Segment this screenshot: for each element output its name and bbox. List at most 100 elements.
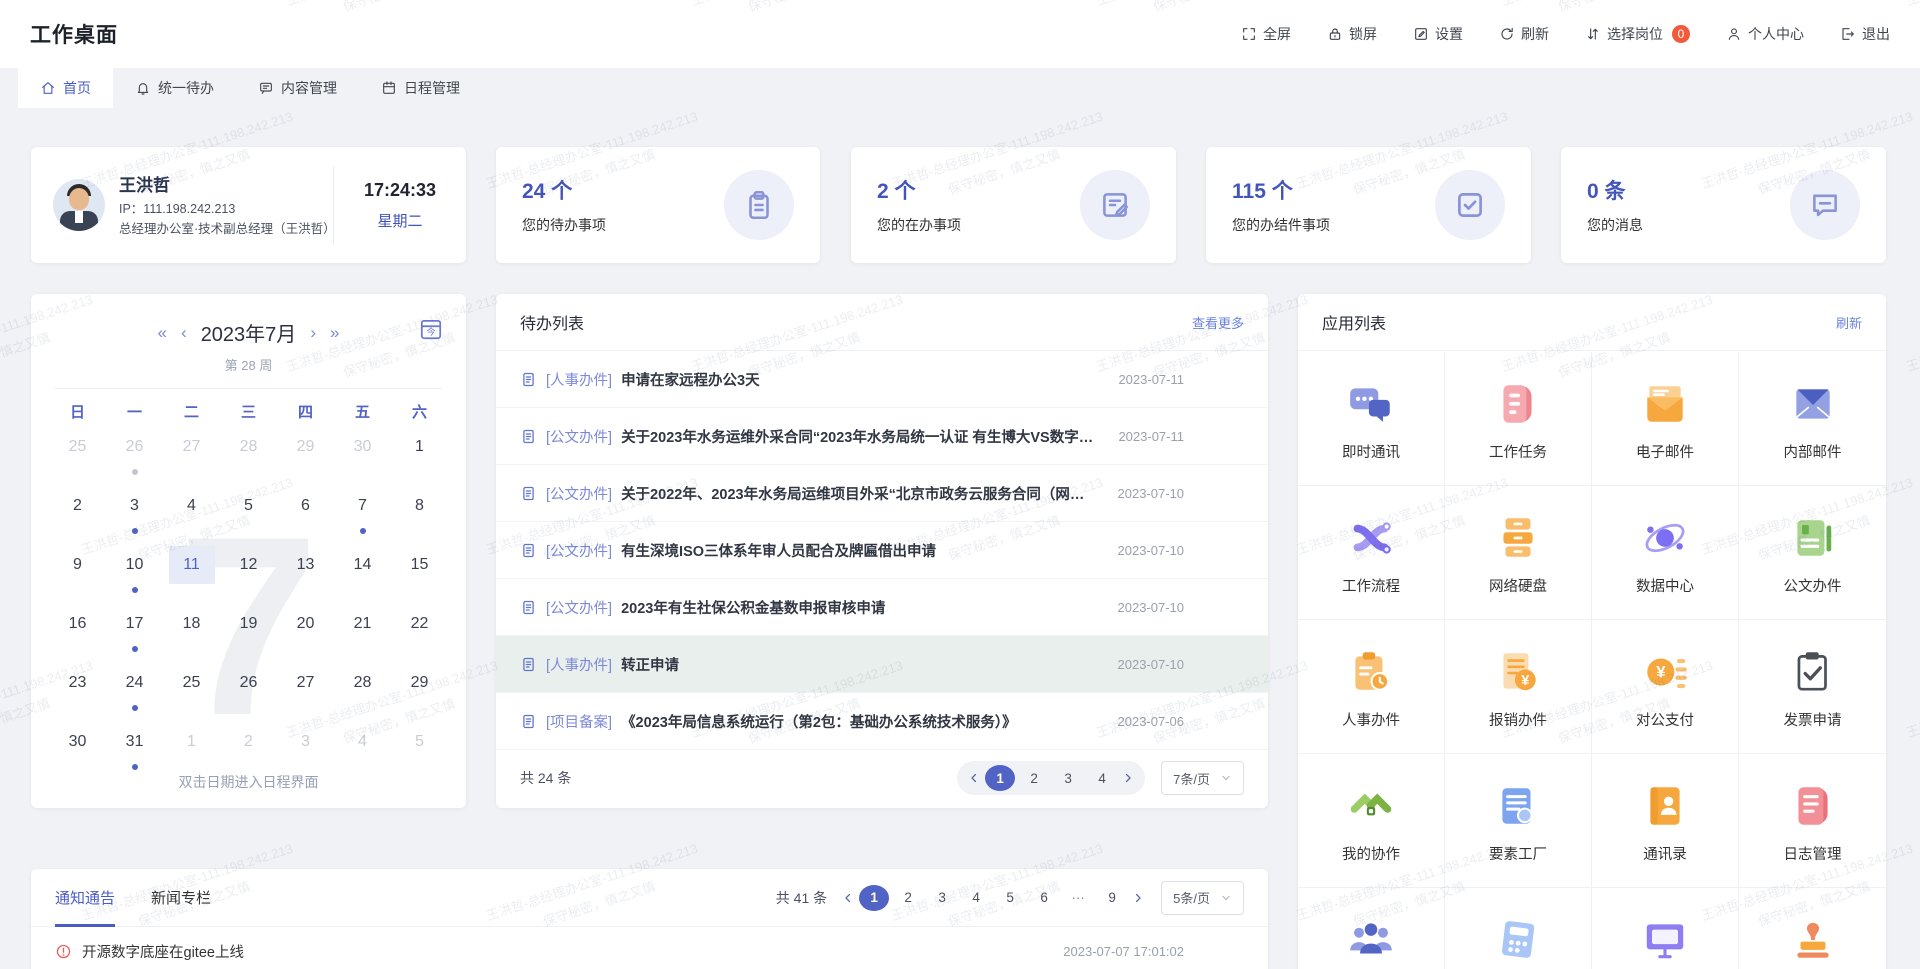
todo-row[interactable]: [公文办件]关于2023年水务运维外采合同“2023年水务局统一认证 有生博大V…: [496, 408, 1268, 465]
calendar-day[interactable]: 4: [334, 723, 391, 782]
calendar-day[interactable]: 14: [334, 546, 391, 605]
notice-tab-news[interactable]: 新闻专栏: [151, 869, 211, 927]
app-数据中心[interactable]: 数据中心: [1592, 486, 1739, 620]
calendar-day[interactable]: 24: [106, 664, 163, 723]
calendar-day[interactable]: 16: [49, 605, 106, 664]
page-button-9[interactable]: 9: [1097, 885, 1127, 911]
calendar-day[interactable]: 23: [49, 664, 106, 723]
next-year-button[interactable]: »: [330, 323, 339, 343]
action-settings[interactable]: 设置: [1413, 24, 1463, 44]
calendar-day[interactable]: 9: [49, 546, 106, 605]
calendar-day[interactable]: 10: [106, 546, 163, 605]
page-button-5[interactable]: 5: [995, 885, 1025, 911]
action-profile[interactable]: 个人中心: [1726, 24, 1804, 44]
app-我的协作[interactable]: 我的协作: [1298, 754, 1445, 888]
calendar-today-icon[interactable]: 今: [418, 316, 444, 342]
page-button-4[interactable]: 4: [1087, 765, 1117, 791]
app-对公支付[interactable]: ¥对公支付: [1592, 620, 1739, 754]
prev-page-button[interactable]: [841, 891, 855, 905]
app-item[interactable]: [1298, 888, 1445, 969]
app-要素工厂[interactable]: 要素工厂: [1445, 754, 1592, 888]
calendar-day[interactable]: 28: [334, 664, 391, 723]
prev-month-button[interactable]: ‹: [181, 323, 187, 343]
app-日志管理[interactable]: 日志管理: [1739, 754, 1886, 888]
app-人事办件[interactable]: 人事办件: [1298, 620, 1445, 754]
view-more-link[interactable]: 查看更多: [1192, 313, 1244, 332]
tab-unified-todo[interactable]: 统一待办: [113, 68, 236, 108]
page-button-1[interactable]: 1: [985, 765, 1015, 791]
app-item[interactable]: [1445, 888, 1592, 969]
action-fullscreen[interactable]: 全屏: [1241, 24, 1291, 44]
page-button-2[interactable]: 2: [893, 885, 923, 911]
calendar-day[interactable]: 26: [106, 428, 163, 487]
calendar-day[interactable]: 26: [220, 664, 277, 723]
app-通讯录[interactable]: 通讯录: [1592, 754, 1739, 888]
notice-tab-notices[interactable]: 通知通告: [55, 869, 115, 927]
calendar-day[interactable]: 21: [334, 605, 391, 664]
action-lock-screen[interactable]: 锁屏: [1327, 24, 1377, 44]
app-公文办件[interactable]: 公文办件: [1739, 486, 1886, 620]
calendar-day[interactable]: 29: [277, 428, 334, 487]
todo-row[interactable]: [人事办件]申请在家远程办公3天2023-07-11: [496, 351, 1268, 408]
calendar-day[interactable]: 28: [220, 428, 277, 487]
calendar-day[interactable]: 29: [391, 664, 448, 723]
calendar-day[interactable]: 20: [277, 605, 334, 664]
app-工作流程[interactable]: 工作流程: [1298, 486, 1445, 620]
calendar-day[interactable]: 25: [163, 664, 220, 723]
page-button-3[interactable]: 3: [1053, 765, 1083, 791]
tab-content-mgmt[interactable]: 内容管理: [236, 68, 359, 108]
app-item[interactable]: [1739, 888, 1886, 969]
stat-card-0[interactable]: 24 个您的待办事项: [496, 147, 820, 263]
stat-card-1[interactable]: 2 个您的在办事项: [851, 147, 1176, 263]
calendar-day[interactable]: 22: [391, 605, 448, 664]
todo-row[interactable]: [公文办件]2023年有生社保公积金基数申报审核申请2023-07-10: [496, 579, 1268, 636]
app-网络硬盘[interactable]: 网络硬盘: [1445, 486, 1592, 620]
calendar-day[interactable]: 30: [49, 723, 106, 782]
calendar-day[interactable]: 5: [391, 723, 448, 782]
page-button-4[interactable]: 4: [961, 885, 991, 911]
app-内部邮件[interactable]: 内部邮件: [1739, 352, 1886, 486]
calendar-day[interactable]: 4: [163, 487, 220, 546]
calendar-day[interactable]: 7: [334, 487, 391, 546]
prev-year-button[interactable]: «: [158, 323, 167, 343]
stat-card-2[interactable]: 115 个您的办结件事项: [1206, 147, 1531, 263]
page-button-6[interactable]: 6: [1029, 885, 1059, 911]
tab-schedule-mgmt[interactable]: 日程管理: [359, 68, 482, 108]
page-button-1[interactable]: 1: [859, 885, 889, 911]
calendar-day[interactable]: 30: [334, 428, 391, 487]
todo-row[interactable]: [公文办件]有生深境ISO三体系年审人员配合及牌匾借出申请2023-07-10: [496, 522, 1268, 579]
calendar-day[interactable]: 8: [391, 487, 448, 546]
todo-row[interactable]: [公文办件]关于2022年、2023年水务局运维项目外采“北京市政务云服务合同（…: [496, 465, 1268, 522]
notice-page-size-select[interactable]: 5条/页: [1161, 881, 1244, 915]
calendar-day[interactable]: 1: [163, 723, 220, 782]
action-refresh[interactable]: 刷新: [1499, 24, 1549, 44]
avatar[interactable]: [53, 179, 105, 231]
next-page-button[interactable]: [1121, 771, 1135, 785]
calendar-day[interactable]: 6: [277, 487, 334, 546]
todo-row[interactable]: [项目备案]《2023年局信息系统运行（第2包：基础办公系统技术服务）》2023…: [496, 693, 1268, 750]
tab-home[interactable]: 首页: [18, 68, 113, 108]
calendar-day[interactable]: 25: [49, 428, 106, 487]
calendar-day[interactable]: 5: [220, 487, 277, 546]
calendar-day[interactable]: 27: [163, 428, 220, 487]
calendar-day[interactable]: 27: [277, 664, 334, 723]
next-month-button[interactable]: ›: [310, 323, 316, 343]
calendar-day[interactable]: 11: [163, 546, 220, 605]
calendar-day[interactable]: 12: [220, 546, 277, 605]
app-list-refresh-link[interactable]: 刷新: [1836, 313, 1862, 332]
app-即时通讯[interactable]: 即时通讯: [1298, 352, 1445, 486]
app-报销办件[interactable]: ¥报销办件: [1445, 620, 1592, 754]
todo-page-size-select[interactable]: 7条/页: [1161, 761, 1244, 795]
calendar-day[interactable]: 31: [106, 723, 163, 782]
calendar-day[interactable]: 19: [220, 605, 277, 664]
todo-row[interactable]: [人事办件]转正申请2023-07-10: [496, 636, 1268, 693]
calendar-day[interactable]: 18: [163, 605, 220, 664]
app-电子邮件[interactable]: 电子邮件: [1592, 352, 1739, 486]
app-工作任务[interactable]: 工作任务: [1445, 352, 1592, 486]
prev-page-button[interactable]: [967, 771, 981, 785]
action-select-post[interactable]: 选择岗位0: [1585, 24, 1690, 44]
calendar-day[interactable]: 1: [391, 428, 448, 487]
stat-card-3[interactable]: 0 条您的消息: [1561, 147, 1886, 263]
app-发票申请[interactable]: 发票申请: [1739, 620, 1886, 754]
calendar-day[interactable]: 17: [106, 605, 163, 664]
